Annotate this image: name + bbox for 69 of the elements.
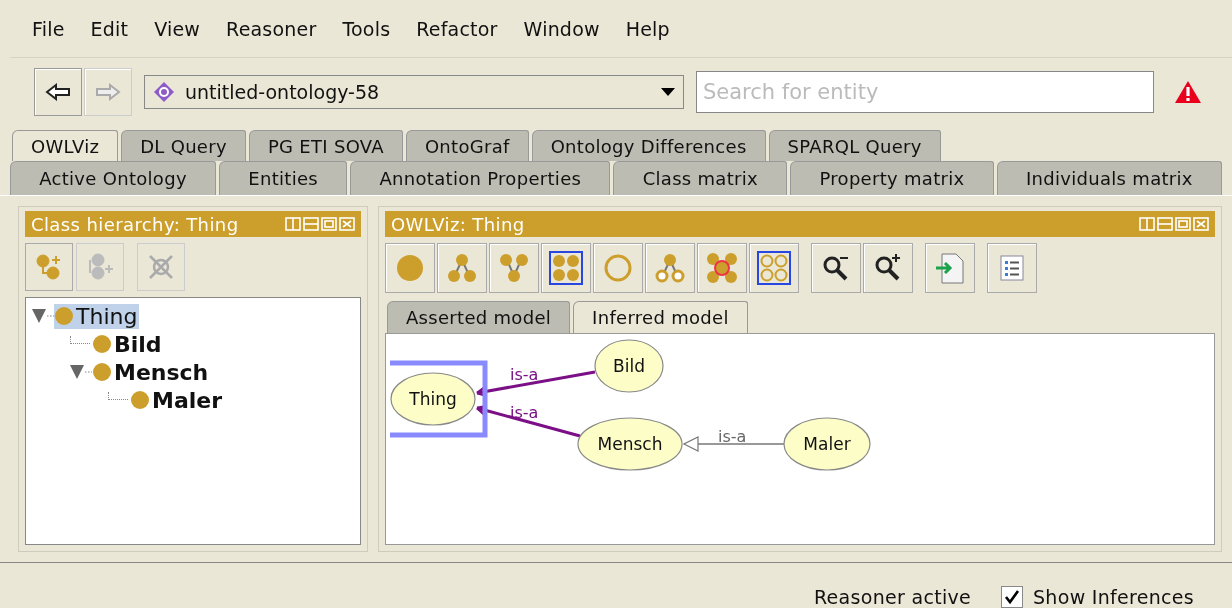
hollow-four-circles-icon [756, 250, 792, 286]
class-tree-item[interactable]: Thing [54, 303, 140, 329]
class-icon [92, 362, 112, 382]
tab[interactable]: Ontology Differences [531, 130, 766, 161]
options-button[interactable] [987, 243, 1037, 293]
tab[interactable]: Inferred model [573, 301, 748, 333]
tab[interactable]: Annotation Properties [350, 161, 611, 195]
class-node[interactable]: Bild [594, 339, 664, 393]
class-tree-item[interactable]: Mensch [92, 359, 211, 385]
class-node[interactable]: Mensch [577, 417, 683, 471]
tab[interactable]: DL Query [121, 130, 246, 161]
four-circles-icon [548, 250, 584, 286]
tab[interactable]: Individuals matrix [996, 161, 1222, 195]
menu-item[interactable]: View [142, 17, 215, 40]
tree-button[interactable] [437, 243, 487, 293]
menu-item[interactable]: Tools [330, 17, 405, 40]
four-circles-button[interactable] [541, 243, 591, 293]
class-icon [54, 306, 74, 326]
view-controls-icon[interactable] [1139, 217, 1209, 231]
tab[interactable]: PG ETI SOVA [248, 130, 403, 161]
menu-item[interactable]: Refactor [404, 17, 512, 40]
tab[interactable]: Property matrix [790, 161, 994, 195]
back-button[interactable] [34, 68, 82, 116]
menu-item[interactable]: File [20, 17, 79, 40]
class-node[interactable]: Thing [390, 372, 476, 426]
expand-toggle-icon[interactable] [70, 364, 92, 380]
right-arrow-icon [95, 83, 121, 101]
tab[interactable]: SPARQL Query [768, 130, 941, 161]
tab[interactable]: Asserted model [387, 301, 571, 333]
class-icon [92, 334, 112, 354]
edge-label: is-a [510, 365, 539, 384]
show-inferences-checkbox[interactable]: Show Inferences [1001, 586, 1194, 608]
left-arrow-icon [45, 83, 71, 101]
caret-icon [661, 88, 675, 96]
tab[interactable]: Class matrix [613, 161, 788, 195]
hollow-four-circles-button[interactable] [749, 243, 799, 293]
checkbox[interactable] [1001, 586, 1023, 608]
ontology-dropdown[interactable]: untitled-ontology-58 [144, 75, 684, 109]
hollow-tree-button[interactable] [645, 243, 695, 293]
class-icon [130, 390, 150, 410]
view-controls-icon[interactable] [285, 217, 355, 231]
cross-circles-icon [704, 250, 740, 286]
class-tree-item[interactable]: Maler [130, 387, 225, 413]
class-node[interactable]: Maler [783, 417, 871, 471]
zoom-out-button[interactable] [811, 243, 861, 293]
export-button[interactable] [925, 243, 975, 293]
zoom-in-button[interactable] [863, 243, 913, 293]
edge-label: is-a [510, 403, 539, 422]
warning-icon[interactable] [1174, 80, 1202, 104]
tab[interactable]: Active Ontology [10, 161, 217, 195]
reasoner-status: Reasoner active [813, 586, 971, 608]
cross-circles-button[interactable] [697, 243, 747, 293]
menu-item[interactable]: Edit [78, 17, 143, 40]
tab[interactable]: OWLViz [12, 130, 119, 161]
view-title: Class hierarchy: Thing [31, 213, 239, 235]
view-title: OWLViz: Thing [391, 213, 525, 235]
menu-item[interactable]: Window [511, 17, 614, 40]
expand-toggle-icon[interactable] [32, 308, 54, 324]
class-tree-item[interactable]: Bild [92, 331, 164, 357]
tab[interactable]: Entities [219, 161, 348, 195]
menu-item[interactable]: Reasoner [214, 17, 331, 40]
filled-circle-button[interactable] [385, 243, 435, 293]
tab[interactable]: OntoGraf [405, 130, 529, 161]
search-field[interactable]: Search for entity [696, 71, 1154, 113]
diamond-icon [153, 81, 175, 103]
edge-label: is-a [718, 427, 747, 446]
checkmark-icon [1004, 589, 1020, 605]
add-subclass-button[interactable] [25, 243, 73, 291]
menu-item[interactable]: Help [613, 17, 684, 40]
